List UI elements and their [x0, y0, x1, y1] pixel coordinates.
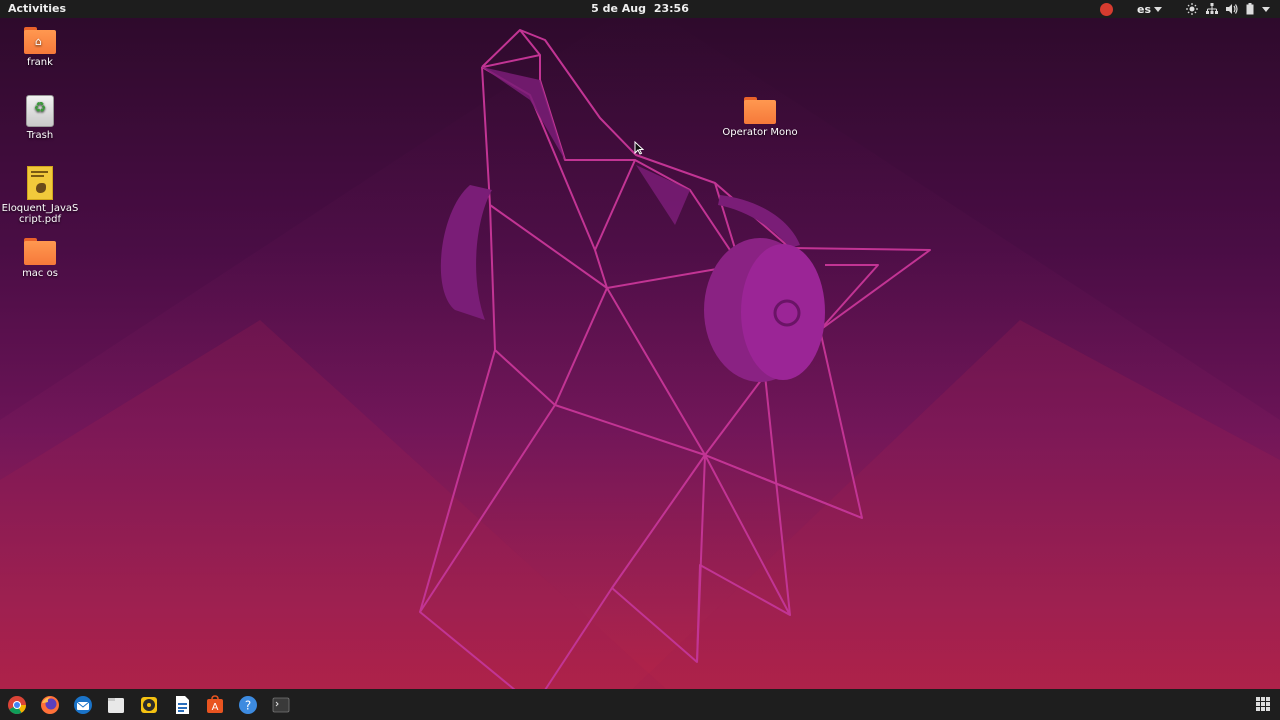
- desktop-icon-label: mac os: [22, 268, 58, 279]
- help-icon[interactable]: ?: [237, 694, 259, 716]
- svg-text:A: A: [212, 702, 219, 713]
- terminal-icon[interactable]: [270, 694, 292, 716]
- mouse-cursor-icon: [634, 141, 644, 155]
- files-icon[interactable]: [105, 694, 127, 716]
- battery-icon[interactable]: [1246, 3, 1254, 15]
- firefox-icon[interactable]: [39, 694, 61, 716]
- network-icon[interactable]: [1206, 3, 1218, 15]
- desktop-icon-mac-os[interactable]: mac os: [0, 238, 80, 279]
- clock-time: 23:56: [653, 2, 689, 15]
- desktop-wallpaper: [0, 0, 1280, 720]
- desktop-icon-label: Operator Mono: [722, 127, 798, 138]
- system-menu-chevron-down-icon[interactable]: [1262, 6, 1270, 12]
- recording-indicator-icon[interactable]: [1099, 2, 1113, 16]
- rhythmbox-icon[interactable]: [138, 694, 160, 716]
- chrome-icon[interactable]: [6, 694, 28, 716]
- system-tray[interactable]: es: [1099, 1, 1270, 17]
- folder-icon: [24, 238, 56, 265]
- clock-date: 5 de Aug: [591, 2, 646, 15]
- brightness-icon[interactable]: [1186, 3, 1198, 15]
- volume-icon[interactable]: [1226, 3, 1238, 15]
- desktop-icon-operator-mono[interactable]: Operator Mono: [720, 97, 800, 138]
- chevron-down-icon: [1154, 6, 1162, 12]
- pdf-file-icon: [27, 166, 53, 200]
- home-folder-icon: ⌂: [24, 27, 56, 54]
- software-center-icon[interactable]: A: [204, 694, 226, 716]
- language-label: es: [1136, 2, 1151, 16]
- desktop-icon-pdf[interactable]: Eloquent_JavaS cript.pdf: [0, 166, 80, 225]
- desktop-icon-home[interactable]: ⌂ frank: [0, 27, 80, 68]
- desktop-icon-trash[interactable]: ♻ Trash: [0, 95, 80, 141]
- writer-icon[interactable]: [171, 694, 193, 716]
- desktop-icon-label: Eloquent_JavaS: [1, 203, 79, 214]
- language-indicator[interactable]: es: [1137, 3, 1162, 16]
- desktop-icon-label-line2: cript.pdf: [18, 214, 62, 225]
- dock: A ?: [0, 689, 1280, 720]
- folder-icon: [744, 97, 776, 124]
- thunderbird-icon[interactable]: [72, 694, 94, 716]
- desktop-icon-label: frank: [27, 57, 53, 68]
- top-panel: Activities 5 de Aug 23:56 es: [0, 0, 1280, 18]
- trash-icon: ♻: [26, 95, 54, 127]
- desktop-icon-label: Trash: [26, 130, 54, 141]
- clock[interactable]: 5 de Aug 23:56: [0, 2, 1280, 15]
- svg-text:?: ?: [245, 699, 251, 713]
- show-applications-icon[interactable]: [1256, 697, 1270, 711]
